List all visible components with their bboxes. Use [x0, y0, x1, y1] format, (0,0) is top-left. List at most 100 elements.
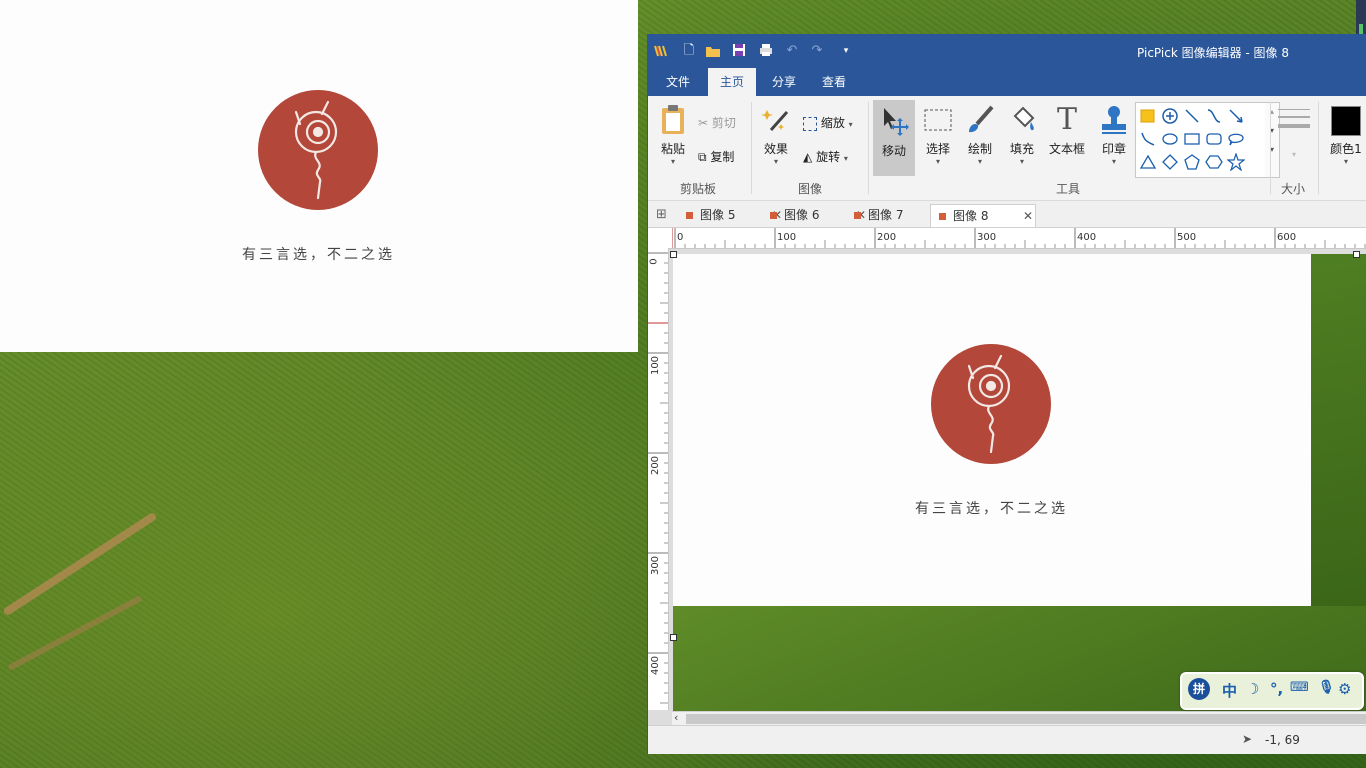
cursor-coordinates: -1, 69	[1265, 733, 1300, 747]
scissors-icon: ✂	[698, 116, 709, 130]
tab-view[interactable]: 查看	[810, 68, 858, 96]
microphone-icon[interactable]: 🎙	[1318, 680, 1335, 695]
magic-wand-icon	[761, 110, 789, 131]
ribbon-home: 粘贴 ▾ ✂ 剪切 ⧉ 复制 剪贴板 效果 ▾ 缩放 ▾ ◭ 旋转 ▾ 图像 移…	[648, 96, 1366, 201]
shape-curve-arrow-icon[interactable]	[1139, 130, 1157, 148]
shape-diamond-icon[interactable]	[1161, 153, 1179, 171]
clipboard-group-label: 剪贴板	[680, 182, 717, 196]
chevron-down-icon: ▾	[1343, 157, 1348, 166]
tools-group-label: 工具	[1056, 182, 1081, 196]
shape-rounded-rect-icon[interactable]	[1205, 130, 1223, 148]
vertical-ruler: 0 100 200 300 400	[648, 248, 669, 710]
shape-highlight-rect-icon[interactable]	[1139, 107, 1157, 125]
settings-gear-icon[interactable]: ⚙	[1338, 680, 1351, 698]
close-icon[interactable]: ✕	[1023, 205, 1033, 227]
text-t-icon: T	[1056, 102, 1077, 137]
color1-swatch	[1331, 106, 1361, 136]
chinese-mode-toggle[interactable]: 中	[1222, 680, 1237, 701]
canvas-area[interactable]: 0 100 200 300 400 500 600 0 100 200 300 …	[648, 228, 1366, 726]
picpick-editor-window: 🗋 ↶ ↷ ▾ PicPick 图像编辑器 - 图像 8 文件 主页 分享 查看…	[647, 34, 1366, 754]
shape-plus-circle-icon[interactable]	[1161, 107, 1179, 125]
draw-tool-button[interactable]: 绘制 ▾	[962, 104, 998, 166]
ime-logo-icon[interactable]: 拼	[1188, 678, 1210, 700]
shape-hexagon-icon[interactable]	[1205, 153, 1223, 171]
ruler-label: 400	[650, 655, 662, 676]
cat-balloon-icon	[967, 354, 1011, 454]
shape-star-icon[interactable]	[1227, 153, 1245, 171]
paste-label: 粘贴	[660, 142, 685, 156]
shape-pentagon-icon[interactable]	[1183, 153, 1201, 171]
effects-button[interactable]: 效果 ▾	[758, 104, 794, 166]
copy-button[interactable]: ⧉ 复制	[698, 148, 734, 165]
image-tab-icon	[686, 212, 693, 219]
image-preview-panel: 有三言选，不二之选	[0, 0, 638, 352]
canvas-image-content[interactable]: 有三言选，不二之选	[673, 254, 1311, 606]
fill-tool-button[interactable]: 填充 ▾	[1004, 104, 1040, 166]
resize-handle[interactable]	[1353, 251, 1360, 258]
chevron-left-icon[interactable]: ‹	[674, 711, 678, 724]
ruler-label: 300	[977, 232, 997, 243]
picpick-app-icon[interactable]	[654, 44, 668, 58]
customize-dropdown-icon[interactable]: ▾	[838, 43, 854, 59]
scrollbar-thumb[interactable]	[686, 714, 1366, 724]
shape-ellipse-icon[interactable]	[1161, 130, 1179, 148]
move-tool-button[interactable]: 移动	[873, 100, 915, 176]
color1-label: 颜色1	[1330, 142, 1362, 156]
shape-gallery	[1135, 102, 1267, 178]
select-tool-button[interactable]: 选择 ▾	[920, 104, 956, 166]
tab-grid-icon[interactable]: ⊞	[656, 207, 667, 222]
clipboard-paste-icon	[662, 105, 684, 134]
paint-bucket-icon	[1013, 106, 1035, 131]
ruler-corner	[648, 228, 673, 249]
resize-handle[interactable]	[670, 251, 677, 258]
title-bar[interactable]: 🗋 ↶ ↷ ▾ PicPick 图像编辑器 - 图像 8	[648, 34, 1366, 68]
stamp-tool-button[interactable]: 印章 ▾	[1096, 104, 1132, 166]
horizontal-scrollbar[interactable]: ‹	[672, 711, 1366, 726]
punctuation-icon[interactable]: °,	[1270, 680, 1283, 698]
shape-line-icon[interactable]	[1183, 107, 1201, 125]
chevron-down-icon: ▾	[935, 157, 940, 166]
open-folder-icon[interactable]	[705, 43, 721, 59]
tab-file[interactable]: 文件	[654, 68, 702, 96]
doc-tab-label: 图像 6	[784, 208, 820, 222]
ime-toolbar[interactable]: 拼 中 ☽ °, ⌨ 🎙 ⚙	[1180, 672, 1364, 710]
paste-button[interactable]: 粘贴 ▾	[656, 104, 690, 166]
redo-icon[interactable]: ↷	[809, 43, 825, 59]
fill-label: 填充	[1009, 142, 1034, 156]
chevron-down-icon: ▾	[773, 157, 778, 166]
resize-handle[interactable]	[670, 634, 677, 641]
line-thickness-icon	[1278, 109, 1310, 128]
brand-logo-circle	[931, 344, 1051, 464]
shape-rectangle-icon[interactable]	[1183, 130, 1201, 148]
textbox-tool-button[interactable]: T 文本框	[1046, 104, 1088, 157]
size-button[interactable]: ▾	[1277, 106, 1311, 159]
ribbon-separator	[1318, 102, 1319, 194]
new-file-icon[interactable]: 🗋	[681, 43, 697, 59]
textbox-label: 文本框	[1048, 142, 1085, 156]
effects-label: 效果	[763, 142, 788, 156]
rotate-button[interactable]: ◭ 旋转 ▾	[803, 148, 848, 165]
resize-button[interactable]: 缩放 ▾	[803, 114, 853, 131]
half-width-moon-icon[interactable]: ☽	[1246, 680, 1259, 698]
chevron-down-icon: ▾	[977, 157, 982, 166]
chevron-down-icon: ▾	[1019, 157, 1024, 166]
ruler-label: 300	[650, 555, 662, 576]
shape-speech-bubble-icon[interactable]	[1227, 130, 1245, 148]
shape-curve-line-icon[interactable]	[1205, 107, 1223, 125]
rotate-icon: ◭	[803, 150, 813, 164]
undo-icon[interactable]: ↶	[784, 43, 800, 59]
cut-button[interactable]: ✂ 剪切	[698, 114, 736, 131]
color1-button[interactable]: 颜色1 ▾	[1326, 106, 1366, 166]
brand-slogan: 有三言选，不二之选	[242, 247, 395, 263]
wallpaper-dirt-path	[7, 595, 143, 671]
ribbon-separator	[1270, 102, 1271, 194]
doc-tab-active[interactable]: 图像 8 ✕	[930, 204, 1036, 227]
save-icon[interactable]	[731, 43, 747, 59]
draw-label: 绘制	[967, 142, 992, 156]
shape-arrow-icon[interactable]	[1227, 107, 1245, 125]
soft-keyboard-icon[interactable]: ⌨	[1290, 680, 1309, 695]
tab-share[interactable]: 分享	[760, 68, 808, 96]
shape-triangle-icon[interactable]	[1139, 153, 1157, 171]
tab-home[interactable]: 主页	[708, 68, 757, 96]
print-icon[interactable]	[758, 43, 774, 59]
